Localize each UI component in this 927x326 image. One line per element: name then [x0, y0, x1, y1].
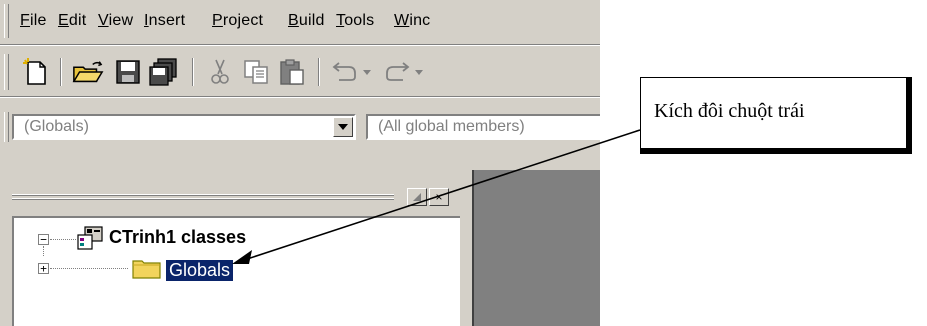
annotation-arrow [232, 129, 641, 264]
